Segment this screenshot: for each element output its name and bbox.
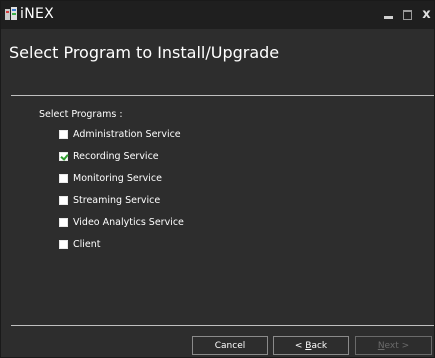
cancel-button[interactable]: Cancel — [192, 336, 268, 355]
option-label: Monitoring Service — [73, 172, 162, 184]
streaming-service-checkbox[interactable] — [59, 195, 68, 205]
window-title: iNEX — [20, 6, 54, 22]
video-analytics-service-checkbox[interactable] — [59, 217, 68, 227]
option-label: Recording Service — [73, 150, 159, 162]
option-streaming-service[interactable]: Streaming Service — [59, 193, 160, 207]
recording-service-checkbox[interactable] — [59, 151, 68, 161]
back-button[interactable]: < Back — [273, 336, 349, 355]
close-icon[interactable]: x — [421, 8, 432, 22]
next-button[interactable]: Next > — [355, 336, 432, 355]
next-button-rest: ext > — [384, 340, 410, 351]
option-label: Administration Service — [73, 128, 181, 140]
select-programs-label: Select Programs : — [39, 109, 123, 120]
option-label: Video Analytics Service — [73, 216, 184, 228]
administration-service-checkbox[interactable] — [59, 129, 68, 139]
back-button-rest: ack — [311, 340, 328, 351]
monitoring-service-checkbox[interactable] — [59, 173, 68, 183]
option-monitoring-service[interactable]: Monitoring Service — [59, 171, 162, 185]
title-bar[interactable]: iNEX x — [1, 1, 434, 29]
page-title: Select Program to Install/Upgrade — [9, 43, 280, 62]
client-checkbox[interactable] — [59, 239, 68, 249]
option-client[interactable]: Client — [59, 237, 101, 251]
option-label: Streaming Service — [73, 194, 161, 206]
installer-window: iNEX x Select Program to Install/Upgrade… — [0, 0, 435, 358]
header-divider — [11, 95, 434, 96]
option-recording-service[interactable]: Recording Service — [59, 149, 159, 163]
option-administration-service[interactable]: Administration Service — [59, 127, 181, 141]
window-controls: x — [383, 6, 432, 24]
option-video-analytics-service[interactable]: Video Analytics Service — [59, 215, 184, 229]
footer-divider — [11, 325, 434, 326]
maximize-icon[interactable] — [402, 8, 413, 22]
minimize-icon[interactable] — [383, 8, 394, 22]
option-label: Client — [73, 238, 101, 250]
next-button-mnemonic: N — [377, 340, 385, 351]
app-icon — [5, 7, 17, 20]
back-button-prefix: < — [294, 340, 306, 351]
